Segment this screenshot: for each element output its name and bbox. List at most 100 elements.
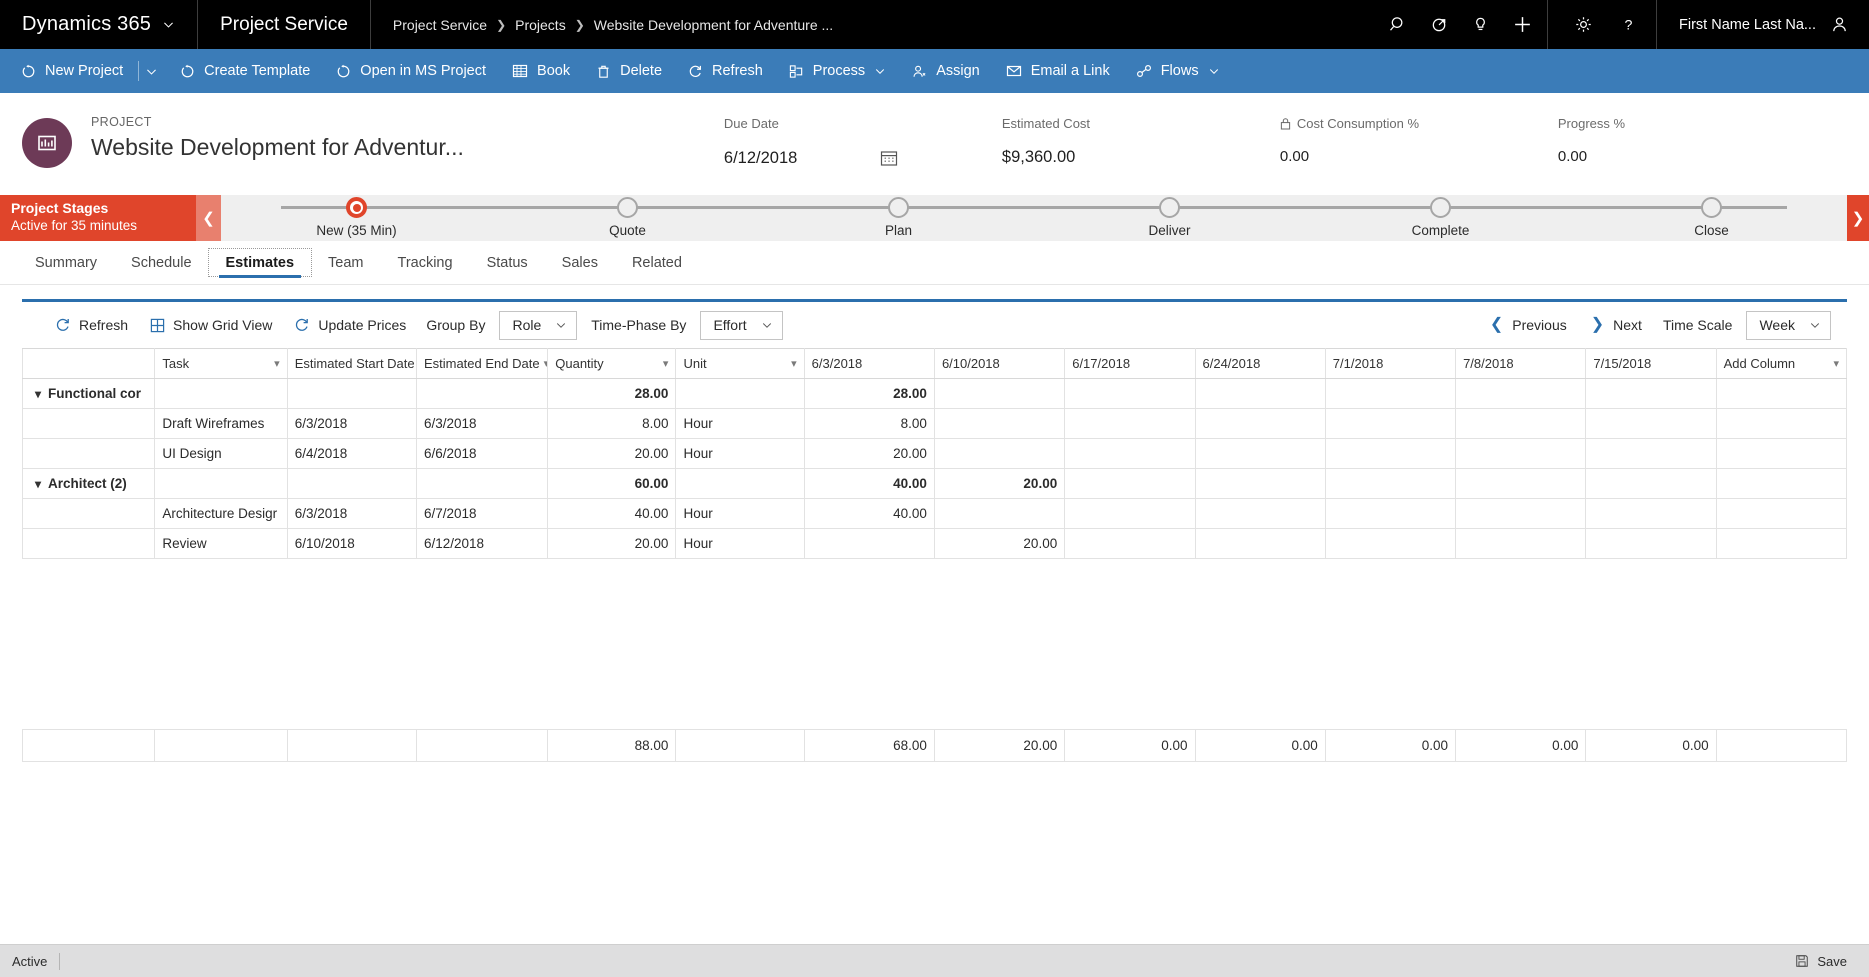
flows-button[interactable]: Flows [1123,49,1233,93]
assign-button[interactable]: Assign [899,49,993,93]
calendar-icon[interactable] [879,148,899,168]
quantity-cell[interactable]: 8.00 [547,408,677,439]
brand-menu[interactable]: Dynamics 365 [0,0,199,49]
open-in-ms-project-button[interactable]: Open in MS Project [323,49,499,93]
help-icon[interactable]: ? [1619,15,1638,34]
chevron-down-icon[interactable]: ▾ [1833,357,1839,370]
week-6-cell[interactable] [1455,498,1587,529]
table-row[interactable]: ▾ Architect (2) 60.00 40.00 20.00 [21,468,1848,499]
week-4-cell[interactable] [1194,528,1326,559]
app-name[interactable]: Project Service [198,0,371,49]
show-grid-view-button[interactable]: Show Grid View [139,317,283,333]
update-prices-button[interactable]: Update Prices [283,317,417,333]
grid-col-estimated-end-date[interactable]: Estimated End Date ▾ [415,348,549,379]
week-3-cell[interactable] [1064,438,1196,469]
week-4-cell[interactable] [1194,498,1326,529]
delete-button[interactable]: Delete [583,49,675,93]
process-stage-deliver[interactable]: Deliver [1034,195,1305,238]
unit-cell[interactable]: Hour [675,498,805,529]
breadcrumb-item-2[interactable]: Website Development for Adventure ... [594,17,833,33]
table-row[interactable]: Review 6/10/2018 6/12/2018 20.00 Hour 20… [21,528,1848,559]
process-stage-complete[interactable]: Complete [1305,195,1576,238]
week-5-cell[interactable] [1324,498,1457,529]
start-date-cell[interactable]: 6/10/2018 [286,528,417,559]
week-5-cell[interactable] [1324,528,1457,559]
end-date-cell[interactable]: 6/7/2018 [415,498,549,529]
grid-col-add-column[interactable]: Add Column ▾ [1715,348,1848,379]
row-select-cell[interactable] [21,528,156,559]
tab-summary[interactable]: Summary [18,249,114,276]
week-3-cell[interactable] [1064,528,1196,559]
quantity-cell[interactable]: 40.00 [547,498,677,529]
task-cell[interactable]: Draft Wireframes [154,408,288,439]
new-project-caret[interactable] [141,49,167,93]
chevron-down-icon[interactable] [874,65,886,77]
tab-team[interactable]: Team [311,249,380,276]
group-name-cell[interactable]: ▾ Functional cor [21,378,156,409]
new-project-button[interactable]: New Project [8,49,136,93]
week-1-cell[interactable]: 20.00 [803,438,935,469]
week-7-cell[interactable] [1585,528,1717,559]
tab-sales[interactable]: Sales [545,249,615,276]
chevron-down-icon[interactable]: ▾ [35,387,41,401]
chevron-down-icon[interactable]: ▾ [35,477,41,491]
time-scale-select[interactable]: Week [1746,310,1831,340]
week-6-cell[interactable] [1455,438,1587,469]
process-stage-plan[interactable]: Plan [763,195,1034,238]
end-date-cell[interactable]: 6/12/2018 [415,528,549,559]
task-cell[interactable]: Architecture Desigr [154,498,288,529]
end-date-cell[interactable]: 6/3/2018 [415,408,549,439]
week-4-cell[interactable] [1194,438,1326,469]
task-cell[interactable]: UI Design [154,438,288,469]
grid-col-estimated-start-date[interactable]: Estimated Start Date▾ [286,348,417,379]
chevron-left-icon[interactable]: ❮ [196,195,221,241]
week-2-cell[interactable]: 20.00 [933,528,1066,559]
chevron-down-icon[interactable] [1208,65,1220,77]
create-template-button[interactable]: Create Template [167,49,323,93]
week-5-cell[interactable] [1324,438,1457,469]
task-cell[interactable]: Review [154,528,288,559]
week-4-cell[interactable] [1194,408,1326,439]
tab-related[interactable]: Related [615,249,699,276]
week-1-cell[interactable] [803,528,935,559]
email-a-link-button[interactable]: Email a Link [993,49,1123,93]
week-7-cell[interactable] [1585,438,1717,469]
chevron-right-icon[interactable]: ❯ [1847,195,1869,241]
quantity-cell[interactable]: 20.00 [547,528,677,559]
start-date-cell[interactable]: 6/3/2018 [286,498,417,529]
unit-cell[interactable]: Hour [675,528,805,559]
week-5-cell[interactable] [1324,408,1457,439]
chevron-down-icon[interactable]: ▾ [274,357,280,370]
group-by-select[interactable]: Role [499,310,578,340]
book-button[interactable]: Book [499,49,583,93]
user-menu[interactable]: First Name Last Na... [1656,0,1869,49]
tab-status[interactable]: Status [470,249,545,276]
table-row[interactable]: ▾ Functional cor 28.00 28.00 [21,378,1848,409]
start-date-cell[interactable]: 6/3/2018 [286,408,417,439]
tab-estimates[interactable]: Estimates [207,248,313,278]
breadcrumb-item-1[interactable]: Projects [515,17,566,33]
grid-col-quantity[interactable]: Quantity ▾ [547,348,677,379]
end-date-cell[interactable]: 6/6/2018 [415,438,549,469]
time-phase-by-select[interactable]: Effort [700,310,783,340]
person-icon[interactable] [1830,15,1849,34]
week-7-cell[interactable] [1585,498,1717,529]
process-stage-new[interactable]: New (35 Min) [221,195,492,238]
tab-schedule[interactable]: Schedule [114,249,208,276]
process-flow-title-block[interactable]: Project Stages Active for 35 minutes [0,195,196,241]
chevron-down-icon[interactable] [162,18,175,31]
table-row[interactable]: Draft Wireframes 6/3/2018 6/3/2018 8.00 … [21,408,1848,439]
week-2-cell[interactable] [933,438,1066,469]
due-date-value[interactable]: 6/12/2018 [724,149,797,168]
save-button[interactable]: Save [1795,954,1869,969]
unit-cell[interactable]: Hour [675,408,805,439]
lightbulb-icon[interactable] [1471,15,1490,34]
grid-col-task[interactable]: Task ▾ [154,348,288,379]
previous-period-button[interactable]: ❮ Previous [1478,317,1579,334]
process-stage-close[interactable]: Close [1576,195,1847,238]
row-select-cell[interactable] [21,498,156,529]
week-2-cell[interactable] [933,408,1066,439]
next-period-button[interactable]: ❯ Next [1579,317,1654,334]
week-1-cell[interactable]: 8.00 [803,408,935,439]
breadcrumb-item-0[interactable]: Project Service [393,17,487,33]
